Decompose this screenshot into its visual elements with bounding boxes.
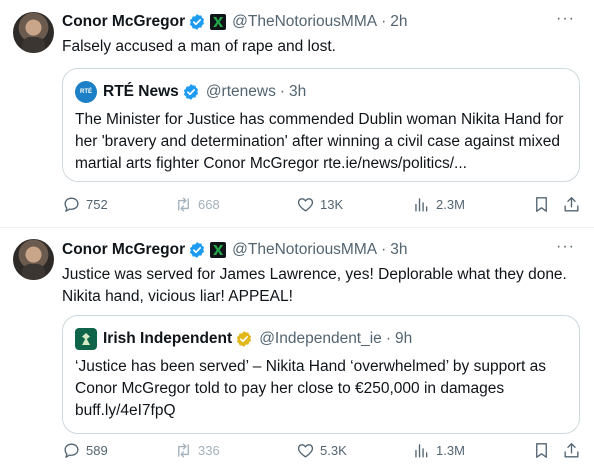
verified-badge-icon bbox=[183, 84, 198, 100]
quoted-tweet-header: Irish Independent @Independent_ie · 9h bbox=[75, 328, 412, 350]
repost-button[interactable]: 668 bbox=[174, 194, 220, 214]
tweet-actions: 589 336 5.3K 1.3M bbox=[62, 440, 582, 460]
reply-icon bbox=[64, 442, 79, 458]
more-options-icon[interactable]: ··· bbox=[556, 239, 576, 256]
tweet-text: Falsely accused a man of rape and lost. bbox=[62, 38, 336, 55]
quoted-timestamp: 3h bbox=[289, 83, 307, 100]
gold-verified-badge-icon bbox=[237, 331, 252, 347]
avatar[interactable] bbox=[13, 239, 54, 280]
views-button[interactable]: 1.3M bbox=[412, 440, 465, 460]
reply-button[interactable]: 752 bbox=[62, 194, 108, 214]
share-button[interactable] bbox=[562, 440, 586, 460]
tweet-header: Conor McGregor @TheNotoriousMMA · 2h bbox=[62, 11, 408, 33]
heart-icon bbox=[297, 197, 314, 212]
like-count: 13K bbox=[320, 196, 344, 212]
bookmark-button[interactable] bbox=[532, 194, 556, 214]
author-name[interactable]: Conor McGregor bbox=[62, 241, 185, 259]
share-icon bbox=[564, 442, 579, 458]
separator-dot: · bbox=[385, 330, 391, 347]
tweet-header: Conor McGregor @TheNotoriousMMA · 3h bbox=[62, 239, 408, 261]
repost-icon bbox=[178, 442, 189, 458]
reply-count: 752 bbox=[86, 196, 108, 212]
tweet-actions: 752 668 13K 2.3M bbox=[62, 194, 582, 214]
irish-independent-avatar bbox=[75, 328, 97, 350]
analytics-icon bbox=[415, 197, 428, 212]
author-name[interactable]: Conor McGregor bbox=[62, 13, 185, 31]
timestamp[interactable]: 3h bbox=[390, 241, 407, 259]
quoted-tweet-text: ‘Justice has been served’ – Nikita Hand … bbox=[75, 358, 546, 419]
author-handle[interactable]: @TheNotoriousMMA bbox=[232, 241, 377, 259]
reply-count: 589 bbox=[86, 442, 108, 458]
timestamp[interactable]: 2h bbox=[390, 13, 407, 31]
quoted-tweet[interactable]: RTÉ RTÉ News @rtenews · 3h The Minister … bbox=[62, 68, 580, 182]
verified-badge-icon[interactable] bbox=[188, 241, 206, 259]
avatar[interactable] bbox=[13, 12, 54, 53]
quoted-author-name: RTÉ News bbox=[103, 83, 179, 100]
heart-icon bbox=[297, 443, 314, 458]
quoted-tweet-header: RTÉ RTÉ News @rtenews · 3h bbox=[75, 81, 306, 103]
views-button[interactable]: 2.3M bbox=[412, 194, 465, 214]
view-count: 2.3M bbox=[436, 196, 465, 212]
tweet[interactable]: Conor McGregor @TheNotoriousMMA · 3h ···… bbox=[0, 228, 594, 468]
tweet[interactable]: Conor McGregor @TheNotoriousMMA · 2h ···… bbox=[0, 0, 594, 228]
share-icon bbox=[564, 196, 579, 212]
separator-dot: · bbox=[279, 83, 285, 100]
quoted-author-handle: @Independent_ie bbox=[259, 330, 382, 347]
reply-icon bbox=[64, 196, 79, 212]
repost-icon bbox=[178, 196, 189, 212]
author-handle[interactable]: @TheNotoriousMMA bbox=[232, 13, 377, 31]
reply-button[interactable]: 589 bbox=[62, 440, 108, 460]
view-count: 1.3M bbox=[436, 442, 465, 458]
proper-twelve-logo-icon[interactable] bbox=[210, 242, 227, 258]
quoted-author-name: Irish Independent bbox=[103, 330, 233, 347]
rte-news-avatar: RTÉ bbox=[75, 81, 97, 103]
more-options-icon[interactable]: ··· bbox=[556, 11, 576, 28]
like-button[interactable]: 13K bbox=[296, 194, 343, 214]
bookmark-icon bbox=[536, 442, 547, 458]
like-count: 5.3K bbox=[320, 442, 347, 458]
proper-twelve-logo-icon[interactable] bbox=[210, 14, 227, 30]
like-button[interactable]: 5.3K bbox=[296, 440, 347, 460]
verified-badge-icon[interactable] bbox=[188, 13, 206, 31]
analytics-icon bbox=[415, 443, 428, 458]
bookmark-icon bbox=[536, 196, 547, 212]
quoted-timestamp: 9h bbox=[394, 330, 413, 347]
bookmark-button[interactable] bbox=[532, 440, 556, 460]
quoted-tweet[interactable]: Irish Independent @Independent_ie · 9h ‘… bbox=[62, 315, 580, 434]
quoted-author-handle: @rtenews bbox=[205, 83, 276, 100]
separator-dot: · bbox=[381, 13, 387, 30]
repost-count: 336 bbox=[198, 442, 220, 458]
tweet-text: Justice was served for James Lawrence, y… bbox=[62, 266, 567, 305]
separator-dot: · bbox=[381, 241, 387, 258]
share-button[interactable] bbox=[562, 194, 586, 214]
repost-count: 668 bbox=[198, 196, 220, 212]
repost-button[interactable]: 336 bbox=[174, 440, 220, 460]
quoted-tweet-text: The Minister for Justice has commended D… bbox=[75, 111, 564, 172]
